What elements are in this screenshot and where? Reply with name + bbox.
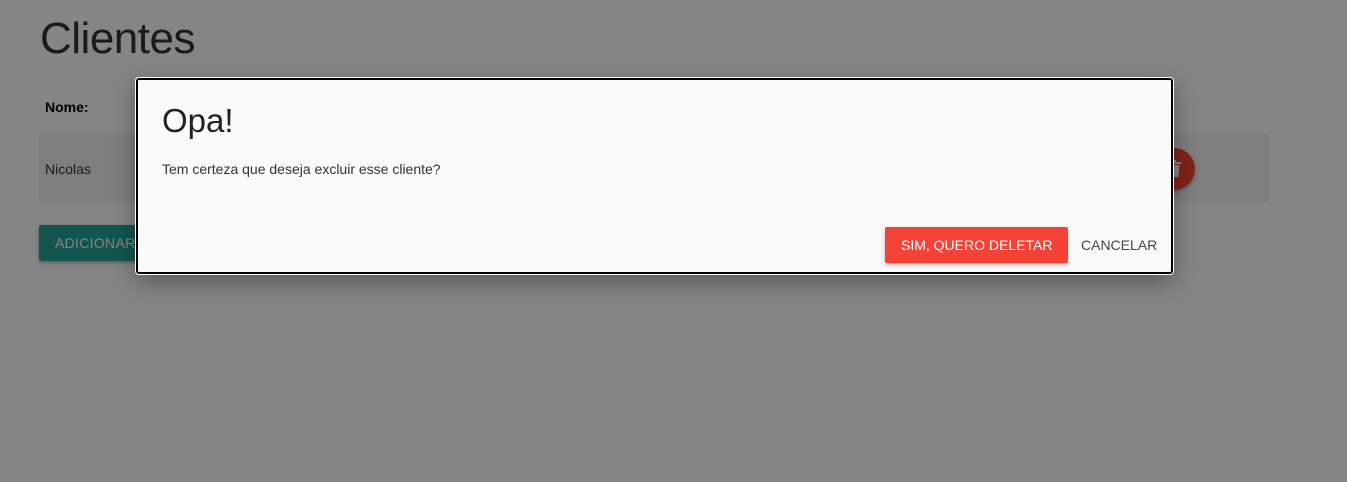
dialog-message: Tem certeza que deseja excluir esse clie…	[162, 161, 441, 177]
page: Clientes Nome: Nicolas ADICIONAR Opa! Te…	[0, 0, 1347, 482]
confirm-delete-button[interactable]: SIM, QUERO DELETAR	[885, 227, 1069, 263]
confirm-delete-dialog: Opa! Tem certeza que deseja excluir esse…	[136, 78, 1173, 274]
cancel-button[interactable]: CANCELAR	[1073, 227, 1165, 263]
dialog-title: Opa!	[162, 102, 234, 139]
